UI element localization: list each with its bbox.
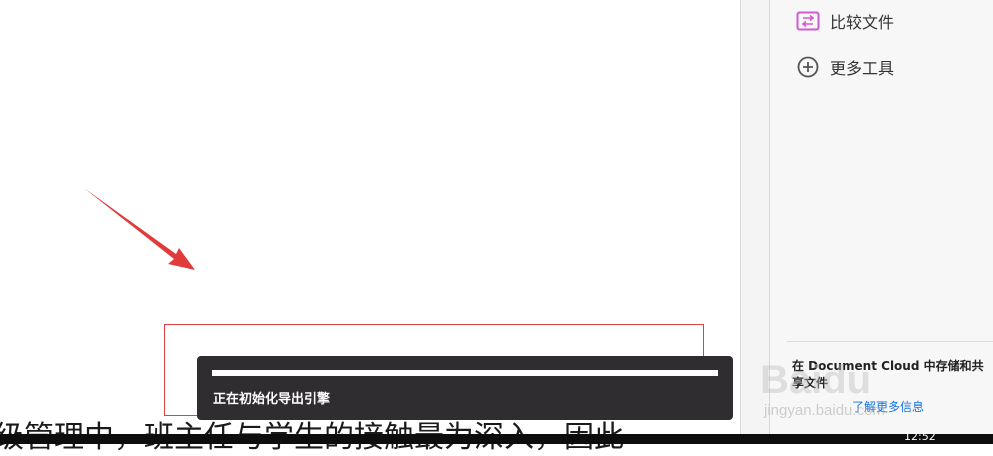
compare-files-label: 比较文件 <box>830 13 895 32</box>
export-progress-toast: 正在初始化导出引擎 <box>197 356 733 420</box>
export-progress-bar <box>212 370 718 376</box>
taskbar-clock: 12:52 <box>904 430 936 443</box>
os-taskbar: 12:52 <box>0 430 993 444</box>
add-circle-icon <box>797 56 819 78</box>
panel-divider <box>787 341 993 342</box>
compare-files-tool[interactable]: 比较文件 <box>796 8 894 34</box>
more-tools-item[interactable]: 更多工具 <box>796 54 894 80</box>
document-scrollbar[interactable] <box>740 0 770 444</box>
red-arrow-annotation <box>84 188 195 270</box>
tools-panel: 比较文件 更多工具 在 Document Cloud 中存储和共享文件 了解更多… <box>770 0 993 444</box>
export-progress-fill <box>212 370 718 376</box>
export-status-text: 正在初始化导出引擎 <box>213 392 331 407</box>
learn-more-link[interactable]: 了解更多信息 <box>852 398 924 415</box>
document-cloud-promo: 在 Document Cloud 中存储和共享文件 <box>792 359 984 390</box>
compare-files-icon <box>796 11 820 31</box>
more-tools-label: 更多工具 <box>830 59 895 78</box>
